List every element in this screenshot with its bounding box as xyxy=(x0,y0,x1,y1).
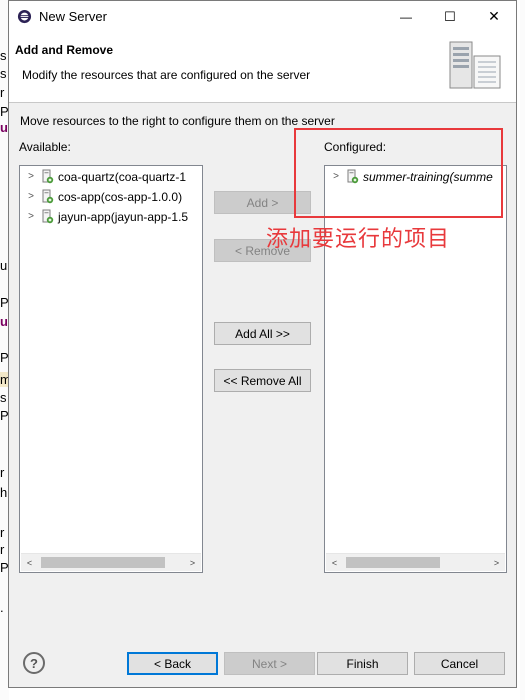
remove-all-button[interactable]: << Remove All xyxy=(214,369,311,392)
horizontal-scrollbar[interactable]: < > xyxy=(21,553,201,571)
server-module-icon xyxy=(42,209,54,224)
bg-fragment: r xyxy=(0,465,5,480)
available-label: Available: xyxy=(19,140,71,154)
server-icon xyxy=(449,41,501,89)
bg-fragment: r xyxy=(0,542,5,557)
available-item-label: cos-app(cos-app-1.0.0) xyxy=(58,189,183,204)
server-module-icon xyxy=(42,169,54,184)
scrollbar-thumb[interactable] xyxy=(41,557,165,568)
server-module-icon xyxy=(42,189,54,204)
minimize-button[interactable]: — xyxy=(384,1,428,32)
available-item[interactable]: > cos-app(cos-app-1.0.0) xyxy=(20,187,182,206)
maximize-icon: ☐ xyxy=(444,8,456,24)
bg-fragment: r xyxy=(0,85,5,100)
bg-fragment: r xyxy=(0,525,5,540)
scroll-left-icon[interactable]: < xyxy=(21,554,38,571)
bg-fragment: . xyxy=(0,600,4,615)
next-button[interactable]: Next > xyxy=(224,652,315,675)
available-item-label: jayun-app(jayun-app-1.5 xyxy=(58,209,189,224)
back-button[interactable]: < Back xyxy=(127,652,218,675)
expand-arrow-icon[interactable]: > xyxy=(24,171,38,182)
minimize-icon: — xyxy=(400,9,412,24)
maximize-button[interactable]: ☐ xyxy=(428,1,472,32)
add-all-button[interactable]: Add All >> xyxy=(214,322,311,345)
window-title: New Server xyxy=(39,9,107,24)
bg-fragment: s xyxy=(0,390,7,405)
instruction-text: Move resources to the right to configure… xyxy=(20,114,335,128)
title-bar: New Server — ☐ ✕ xyxy=(9,1,516,32)
available-item-label: coa-quartz(coa-quartz-1 xyxy=(58,169,187,184)
scroll-right-icon[interactable]: > xyxy=(488,554,505,571)
finish-button[interactable]: Finish xyxy=(317,652,408,675)
close-icon: ✕ xyxy=(488,8,500,24)
horizontal-scrollbar[interactable]: < > xyxy=(326,553,505,571)
page-description: Modify the resources that are configured… xyxy=(22,68,311,82)
help-icon[interactable]: ? xyxy=(23,652,45,674)
page-title: Add and Remove xyxy=(15,43,114,57)
available-list[interactable]: > coa-quartz(coa-quartz-1 > cos-app(cos-… xyxy=(19,165,203,573)
scroll-left-icon[interactable]: < xyxy=(326,554,343,571)
available-item[interactable]: > coa-quartz(coa-quartz-1 xyxy=(20,167,186,186)
bg-fragment: u xyxy=(0,120,8,135)
expand-arrow-icon[interactable]: > xyxy=(24,211,38,222)
scrollbar-thumb[interactable] xyxy=(346,557,440,568)
eclipse-icon xyxy=(17,9,32,24)
close-button[interactable]: ✕ xyxy=(472,1,516,32)
background-editor-right xyxy=(520,0,525,700)
cancel-button[interactable]: Cancel xyxy=(414,652,505,675)
available-item[interactable]: > jayun-app(jayun-app-1.5 xyxy=(20,207,188,226)
bg-fragment: s xyxy=(0,48,7,63)
bg-fragment: u xyxy=(0,314,8,329)
bg-fragment: s xyxy=(0,66,7,81)
annotation-text: 添加要运行的项目 xyxy=(266,227,451,252)
new-server-dialog: New Server — ☐ ✕ Add and Remove Modify t… xyxy=(8,0,517,688)
expand-arrow-icon[interactable]: > xyxy=(24,191,38,202)
bg-fragment: h xyxy=(0,485,8,500)
wizard-banner: Add and Remove Modify the resources that… xyxy=(9,32,516,103)
bg-fragment: u xyxy=(0,258,8,273)
scroll-right-icon[interactable]: > xyxy=(184,554,201,571)
annotation-highlight-box xyxy=(294,128,503,218)
